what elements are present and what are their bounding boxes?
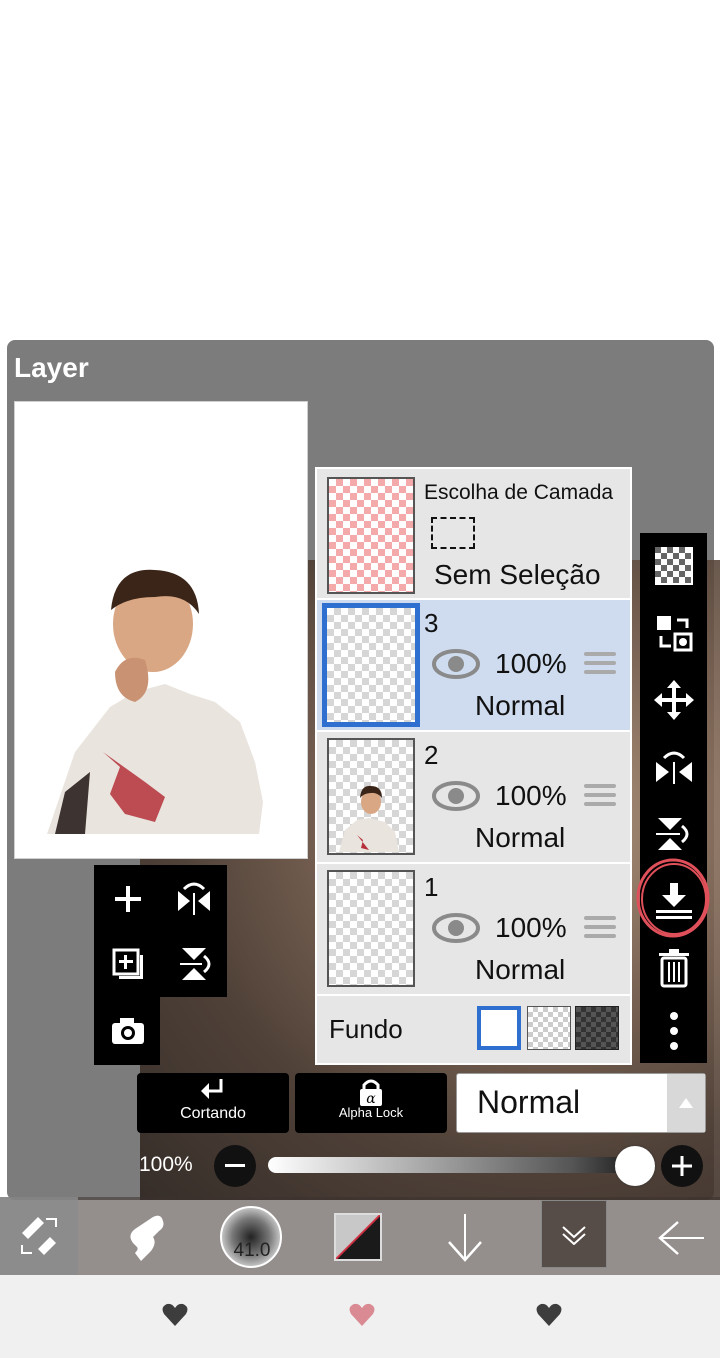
person-figure-image [47,569,263,834]
heart-icon[interactable] [349,1303,375,1332]
blend-mode-value: Normal [477,1084,581,1120]
layer-thumbnail [327,870,415,987]
finger-icon[interactable] [115,1210,175,1266]
clipping-button[interactable]: Cortando [137,1073,289,1133]
layer-blend-mode: Normal [475,954,566,985]
alpha-lock-button[interactable]: α Alpha Lock [295,1073,447,1133]
lock-icon: α [295,1077,447,1107]
layer-opacity: 100% [495,912,567,943]
flip-horizontal-icon[interactable] [640,737,707,797]
color-icon[interactable] [334,1213,382,1261]
add-layer-icon[interactable] [100,940,156,988]
highlight-circle [634,856,712,940]
alpha-lock-label: Alpha Lock [338,1105,404,1120]
person-thumbnail-image [339,785,399,852]
layer-menu-icon[interactable] [541,1200,607,1268]
opacity-slider-track[interactable] [268,1157,648,1173]
brush-size-icon[interactable]: 41.0 [220,1206,282,1268]
drag-handle-icon[interactable] [584,784,616,810]
background-label: Fundo [329,1014,403,1044]
plus-button[interactable] [661,1145,703,1187]
right-toolbar [640,533,707,1063]
layer-opacity: 100% [495,780,567,811]
plus-icon [672,1156,692,1176]
layer-list: Escolha de Camada Sem Seleção 3 100% Nor… [315,467,632,1065]
brush-size-value: 41.0 [233,1240,271,1261]
layer-row-1[interactable]: 1 100% Normal [317,864,630,996]
layer-number: 3 [424,608,439,638]
eye-icon[interactable] [432,912,480,949]
tool-switch-icon[interactable] [0,1197,78,1275]
heart-icon[interactable] [162,1303,188,1332]
layer-blend-mode: Normal [475,690,566,721]
blend-mode-select[interactable]: Normal [456,1073,706,1133]
selection-header: Escolha de Camada [424,481,614,504]
minus-icon [225,1164,245,1167]
selection-status: Sem Seleção [434,559,601,590]
flip-vertical-icon[interactable] [640,804,707,864]
background-transparent-option[interactable] [527,1006,571,1050]
drag-handle-icon[interactable] [584,916,616,942]
checker-icon[interactable] [640,536,707,596]
layer-row-3[interactable]: 3 100% Normal [317,600,630,732]
panel-title: Layer [14,352,89,383]
clipping-label: Cortando [180,1105,246,1122]
camera-icon[interactable] [100,1007,156,1055]
eye-icon[interactable] [432,648,480,685]
background-dark-option[interactable] [575,1006,619,1050]
layer-thumbnail [327,738,415,855]
background-row: Fundo [317,996,630,1063]
move-icon[interactable] [640,670,707,730]
selection-layer-row[interactable]: Escolha de Camada Sem Seleção [317,469,630,600]
selection-thumbnail [327,477,415,594]
chevron-up-icon [667,1074,705,1132]
layer-number: 2 [424,740,439,770]
flip-horizontal-icon[interactable] [166,875,222,923]
transfer-icon[interactable] [640,603,707,663]
layer-opacity: 100% [495,648,567,679]
plus-icon[interactable] [100,875,156,923]
flip-vertical-icon[interactable] [166,940,222,988]
drag-handle-icon[interactable] [584,652,616,678]
minus-button[interactable] [214,1145,256,1187]
more-icon[interactable] [640,1001,707,1061]
clipping-arrow-icon [137,1077,289,1103]
eye-icon[interactable] [432,780,480,817]
layer-blend-mode: Normal [475,822,566,853]
arrow-down-icon[interactable] [440,1210,490,1266]
opacity-label: 100% [139,1153,193,1176]
heart-icon[interactable] [536,1303,562,1332]
selection-marquee-icon [431,517,475,549]
trash-icon[interactable] [640,938,707,998]
back-arrow-icon[interactable] [650,1210,710,1266]
opacity-slider-thumb[interactable] [615,1146,655,1186]
canvas-preview[interactable] [14,401,308,859]
layer-thumbnail [322,603,420,727]
layer-number: 1 [424,872,439,902]
background-white-option[interactable] [477,1006,521,1050]
layer-row-2[interactable]: 2 100% Normal [317,732,630,864]
